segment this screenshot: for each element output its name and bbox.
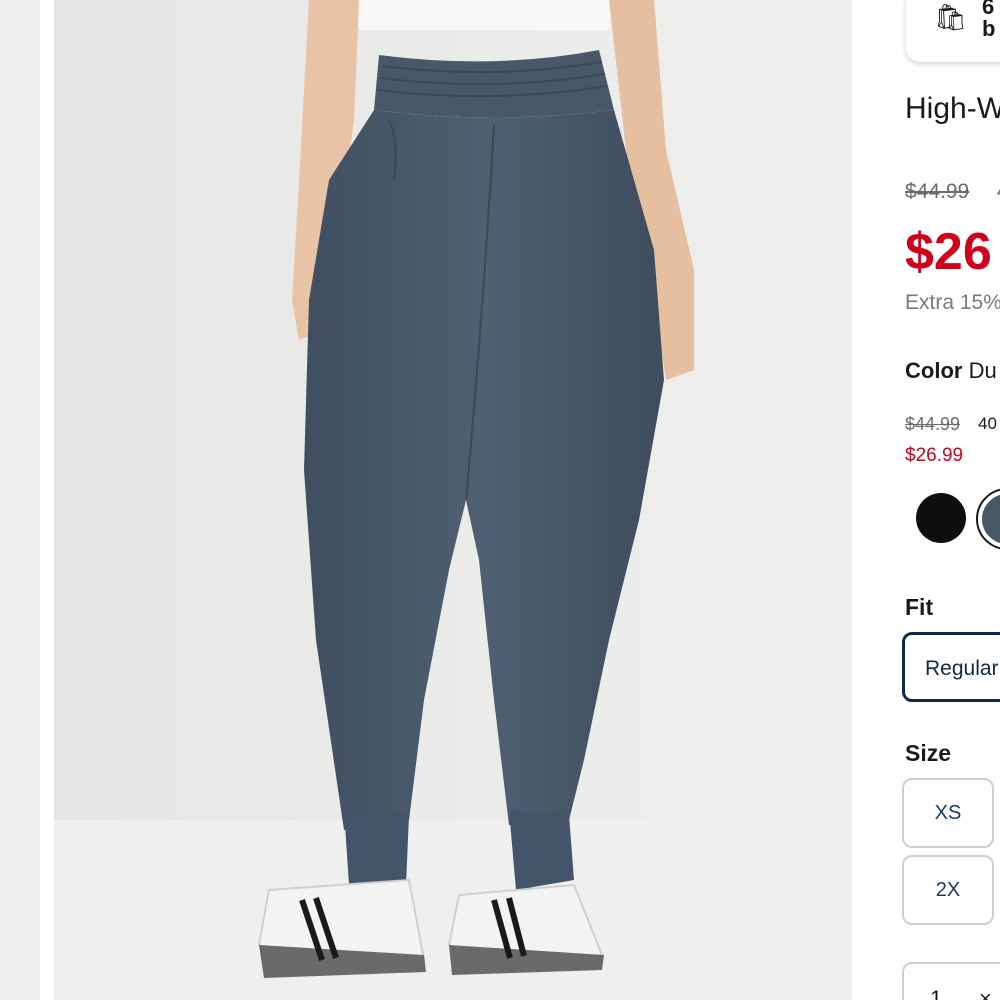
quantity-value: 1 — [930, 986, 943, 1000]
size-option-xs[interactable]: XS — [902, 778, 994, 848]
shopping-bags-icon: 🛍 — [934, 2, 968, 32]
color-swatch-black[interactable] — [916, 493, 966, 543]
color-value: Du — [968, 358, 997, 383]
close-icon[interactable]: × — [979, 986, 992, 1000]
size-option-2x[interactable]: 2X — [902, 855, 994, 925]
size-option-label: 2X — [935, 879, 961, 901]
product-title: High-W — [905, 92, 1000, 125]
image-gutter — [40, 0, 54, 1000]
color-label: Color Du — [905, 358, 997, 384]
size-option-label: XS — [934, 802, 962, 824]
swatch-sale-price: $26.99 — [905, 445, 964, 466]
promo-text: 6 b — [982, 0, 996, 41]
sale-price: $26 — [905, 223, 992, 281]
fit-option-label: Regular — [925, 657, 999, 680]
color-swatch-navy-fill — [982, 494, 1000, 544]
product-details-panel: 🛍 6 b High-W $44.99 4 $26 Extra 15% Colo… — [852, 0, 1000, 1000]
fit-label: Fit — [905, 594, 934, 620]
size-label: Size — [905, 740, 952, 766]
previous-image-edge[interactable] — [0, 0, 40, 1000]
fit-option-regular[interactable]: Regular — [902, 632, 1000, 702]
promo-banner[interactable]: 🛍 6 b — [906, 0, 1000, 62]
color-swatch-navy-selected[interactable] — [976, 488, 1000, 550]
original-price: $44.99 — [905, 180, 970, 203]
product-photo-illustration — [54, 0, 852, 1000]
product-image[interactable] — [54, 0, 852, 1000]
quantity-selector[interactable]: 1 × — [902, 962, 1000, 1000]
swatch-original-price: $44.99 — [905, 414, 961, 434]
swatch-discount: 40 — [978, 414, 997, 433]
color-heading: Color — [905, 358, 963, 383]
extra-discount-text: Extra 15% — [905, 291, 1000, 314]
